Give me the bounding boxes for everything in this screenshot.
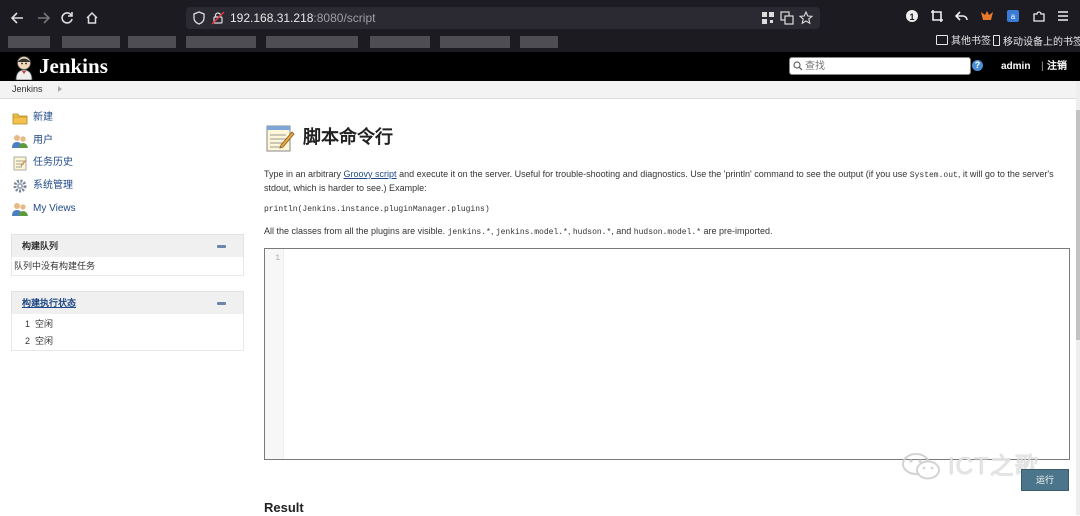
undo-arrow-icon[interactable] — [954, 9, 970, 25]
logout-link[interactable]: 注销 — [1047, 61, 1067, 73]
notepad-icon — [266, 125, 295, 152]
mobile-device-icon — [993, 35, 1000, 46]
breadcrumb-arrow-icon[interactable] — [58, 86, 62, 92]
crop-icon[interactable] — [929, 9, 945, 25]
blurred-bookmark[interactable] — [520, 36, 558, 48]
header-separator: | — [1041, 61, 1044, 72]
classes-text: are pre-imported. — [701, 226, 773, 236]
users-icon — [12, 135, 28, 148]
build-queue-body: 队列中没有构建任务 — [11, 257, 244, 276]
reload-button[interactable] — [60, 8, 74, 28]
run-button[interactable]: 运行 — [1021, 469, 1069, 491]
forward-arrow-icon — [38, 12, 50, 24]
sidebar-item-label: 任务历史 — [33, 157, 73, 168]
extension-info-icon[interactable]: 1 — [904, 9, 920, 25]
executor-number: 1 — [25, 319, 31, 329]
jenkins-butler-logo-icon[interactable] — [13, 55, 35, 80]
new-folder-icon — [12, 113, 28, 125]
blurred-bookmark[interactable] — [128, 36, 176, 48]
svg-text:1: 1 — [909, 12, 914, 22]
forward-button[interactable] — [36, 8, 50, 28]
bookmark-star-icon[interactable] — [799, 11, 813, 25]
gear-icon — [13, 179, 27, 193]
blurred-bookmark[interactable] — [186, 36, 256, 48]
wechat-icon — [902, 453, 940, 480]
breadcrumb-jenkins[interactable]: Jenkins — [12, 84, 43, 94]
executor-status: 空闲 — [35, 336, 54, 346]
translate-icon[interactable] — [780, 11, 794, 25]
sidebar-item-label: My Views — [33, 203, 76, 214]
sidebar-item-label: 用户 — [33, 135, 53, 146]
script-editor[interactable]: 1 — [264, 248, 1070, 460]
svg-text:a: a — [1011, 12, 1016, 21]
desc-code: System.out — [909, 171, 958, 180]
blurred-bookmark[interactable] — [440, 36, 510, 48]
back-arrow-icon — [11, 12, 23, 24]
url-path: :8080/script — [313, 11, 376, 25]
line-number: 1 — [275, 254, 280, 263]
menu-hamburger-icon[interactable] — [1055, 9, 1071, 25]
build-queue-empty: 队列中没有构建任务 — [14, 261, 96, 271]
classes-text: All the classes from all the plugins are… — [264, 226, 448, 236]
desc-text: Type in an arbitrary — [264, 169, 344, 179]
collapse-icon[interactable] — [217, 245, 226, 248]
executors-title-link[interactable]: 构建执行状态 — [22, 297, 76, 309]
classes-separator: , and — [611, 226, 634, 236]
home-icon — [86, 11, 98, 24]
class-code: jenkins.model.* — [495, 228, 568, 237]
bookmark-mobile[interactable]: 移动设备上的书签 — [993, 35, 1080, 50]
class-code: hudson.model.* — [633, 228, 702, 237]
scrollbar-thumb[interactable] — [1076, 110, 1080, 340]
script-description: Type in an arbitrary Groovy script and e… — [264, 168, 1070, 195]
desc-text: and execute it on the server. Useful for… — [396, 169, 910, 179]
bookmark-mobile-label: 移动设备上的书签 — [1003, 37, 1080, 48]
build-queue-header: 构建队列 — [11, 234, 244, 258]
insecure-lock-icon[interactable] — [211, 11, 225, 25]
page-title: 脚本命令行 — [303, 127, 393, 147]
translate-extension-icon[interactable]: a — [1005, 9, 1021, 25]
editor-gutter: 1 — [265, 249, 284, 459]
bookmark-other[interactable]: 其他书签 — [936, 35, 991, 49]
groovy-script-link[interactable]: Groovy script — [344, 169, 397, 179]
shield-icon[interactable] — [192, 11, 206, 25]
breadcrumb: Jenkins — [0, 81, 1076, 99]
user-link[interactable]: admin — [1001, 61, 1030, 73]
fox-extension-icon[interactable] — [979, 9, 995, 25]
blurred-bookmark[interactable] — [266, 36, 358, 48]
search-box[interactable] — [789, 57, 971, 75]
executors-header: 构建执行状态 — [11, 291, 244, 315]
home-button[interactable] — [85, 8, 99, 28]
executors-body: 1 空闲 2 空闲 — [11, 314, 244, 351]
class-code: jenkins.* — [447, 228, 491, 237]
blurred-bookmark[interactable] — [62, 36, 120, 48]
jenkins-title[interactable]: Jenkins — [39, 54, 108, 78]
blurred-bookmark[interactable] — [8, 36, 50, 48]
blurred-bookmark[interactable] — [370, 36, 430, 48]
reload-icon — [61, 12, 73, 24]
bookmark-other-label: 其他书签 — [951, 36, 991, 47]
class-code: hudson.* — [572, 228, 612, 237]
users-icon — [12, 203, 28, 216]
search-input[interactable] — [805, 58, 965, 74]
preimported-classes-note: All the classes from all the plugins are… — [264, 225, 773, 239]
executor-status: 空闲 — [35, 319, 54, 329]
collapse-icon[interactable] — [217, 302, 226, 305]
url-host: 192.168.31.218 — [230, 11, 314, 25]
folder-icon — [936, 35, 948, 45]
executor-number: 2 — [25, 336, 31, 346]
help-icon[interactable]: ? — [972, 60, 983, 71]
back-button[interactable] — [11, 8, 25, 28]
result-heading: Result — [264, 500, 304, 515]
example-code: println(Jenkins.instance.pluginManager.p… — [264, 205, 490, 214]
sidebar-item-label: 新建 — [33, 112, 53, 123]
notepad-icon — [13, 156, 27, 171]
build-queue-title: 构建队列 — [22, 241, 59, 251]
url-text: 192.168.31.218:8080/script — [230, 7, 375, 29]
sidebar-item-label: 系统管理 — [33, 180, 73, 191]
extensions-puzzle-icon[interactable] — [1031, 9, 1047, 25]
qr-code-icon[interactable] — [761, 11, 775, 25]
search-icon — [793, 61, 803, 71]
address-bar[interactable]: 192.168.31.218:8080/script — [186, 7, 820, 29]
